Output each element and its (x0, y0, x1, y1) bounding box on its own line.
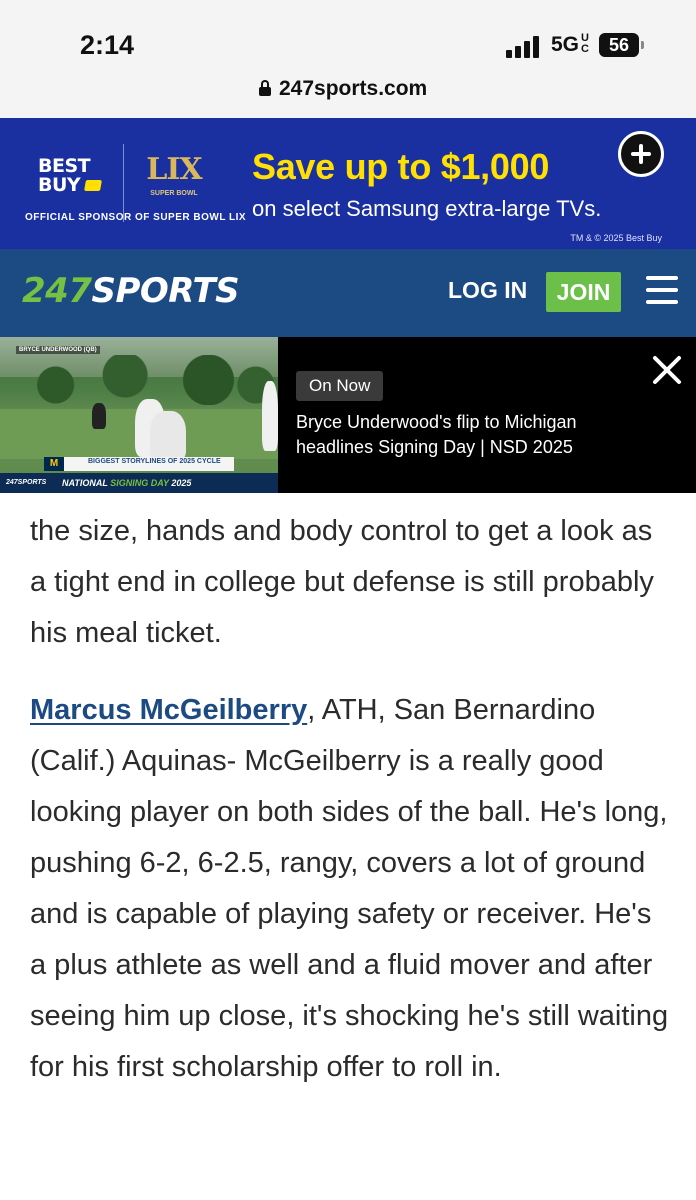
logo-word: SPORTS (91, 271, 240, 311)
logo-number: 247 (22, 271, 92, 311)
article-body: the size, hands and body control to get … (30, 506, 675, 1093)
player-profile-link[interactable]: Marcus McGeilberry (30, 694, 307, 726)
article-paragraph: Marcus McGeilberry, ATH, San Bernardino … (30, 685, 675, 1093)
site-header: 247SPORTS LOG IN JOIN (0, 249, 696, 337)
thumbnail-strip-title: NATIONAL SIGNING DAY 2025 (62, 478, 192, 488)
ad-divider (123, 144, 124, 222)
thumbnail-player-label: BRYCE UNDERWOOD (QB) (16, 346, 100, 354)
michigan-m-icon: M (44, 457, 64, 471)
on-now-badge: On Now (296, 371, 384, 401)
article-paragraph: the size, hands and body control to get … (30, 515, 654, 649)
thumbnail-player (262, 381, 278, 451)
ad-expand-plus-icon[interactable] (618, 131, 664, 177)
thumbnail-player (92, 403, 106, 429)
super-bowl-number: LIX (146, 152, 202, 187)
super-bowl-logo: LIX SUPER BOWL (146, 146, 202, 208)
article-paragraph-text: , ATH, San Bernardino (Calif.) Aquinas- … (30, 694, 669, 1083)
ad-subline[interactable]: on select Samsung extra-large TVs. (252, 196, 601, 222)
best-buy-tag-icon (84, 180, 102, 191)
ad-banner[interactable]: BEST BUY LIX SUPER BOWL OFFICIAL SPONSOR… (0, 118, 696, 249)
video-player-bar[interactable]: BRYCE UNDERWOOD (QB) M BIGGEST STORYLINE… (0, 337, 696, 493)
login-button[interactable]: LOG IN (448, 277, 527, 304)
status-time: 2:14 (80, 30, 135, 60)
thumbnail-strip-logo: 247SPORTS (6, 479, 47, 486)
thumbnail-lower-third: BIGGEST STORYLINES OF 2025 CYCLE (88, 458, 221, 465)
network-suffix: UC (581, 32, 589, 55)
hamburger-menu-icon[interactable] (646, 276, 678, 304)
247sports-logo[interactable]: 247SPORTS (22, 271, 240, 311)
close-video-icon[interactable] (650, 353, 684, 387)
browser-url-bar[interactable]: 247sports.com (0, 72, 696, 118)
video-thumbnail[interactable]: BRYCE UNDERWOOD (QB) M BIGGEST STORYLINE… (0, 337, 278, 493)
super-bowl-caption: SUPER BOWL (150, 190, 198, 197)
ad-sponsor-line: OFFICIAL SPONSOR OF SUPER BOWL LIX (25, 212, 247, 223)
join-button[interactable]: JOIN (546, 272, 621, 312)
video-title[interactable]: Bryce Underwood's flip to Michigan headl… (296, 410, 636, 460)
url-text[interactable]: 247sports.com (279, 77, 427, 101)
status-bar: 2:14 5G UC 56 (0, 0, 696, 72)
lock-icon (259, 80, 271, 96)
thumbnail-player (150, 411, 186, 461)
network-type: 5G (551, 33, 580, 56)
ad-legal: TM & © 2025 Best Buy (570, 233, 662, 243)
cellular-signal-icon (506, 36, 546, 58)
ad-headline[interactable]: Save up to $1,000 (252, 146, 549, 188)
battery-icon: 56 (599, 33, 644, 57)
